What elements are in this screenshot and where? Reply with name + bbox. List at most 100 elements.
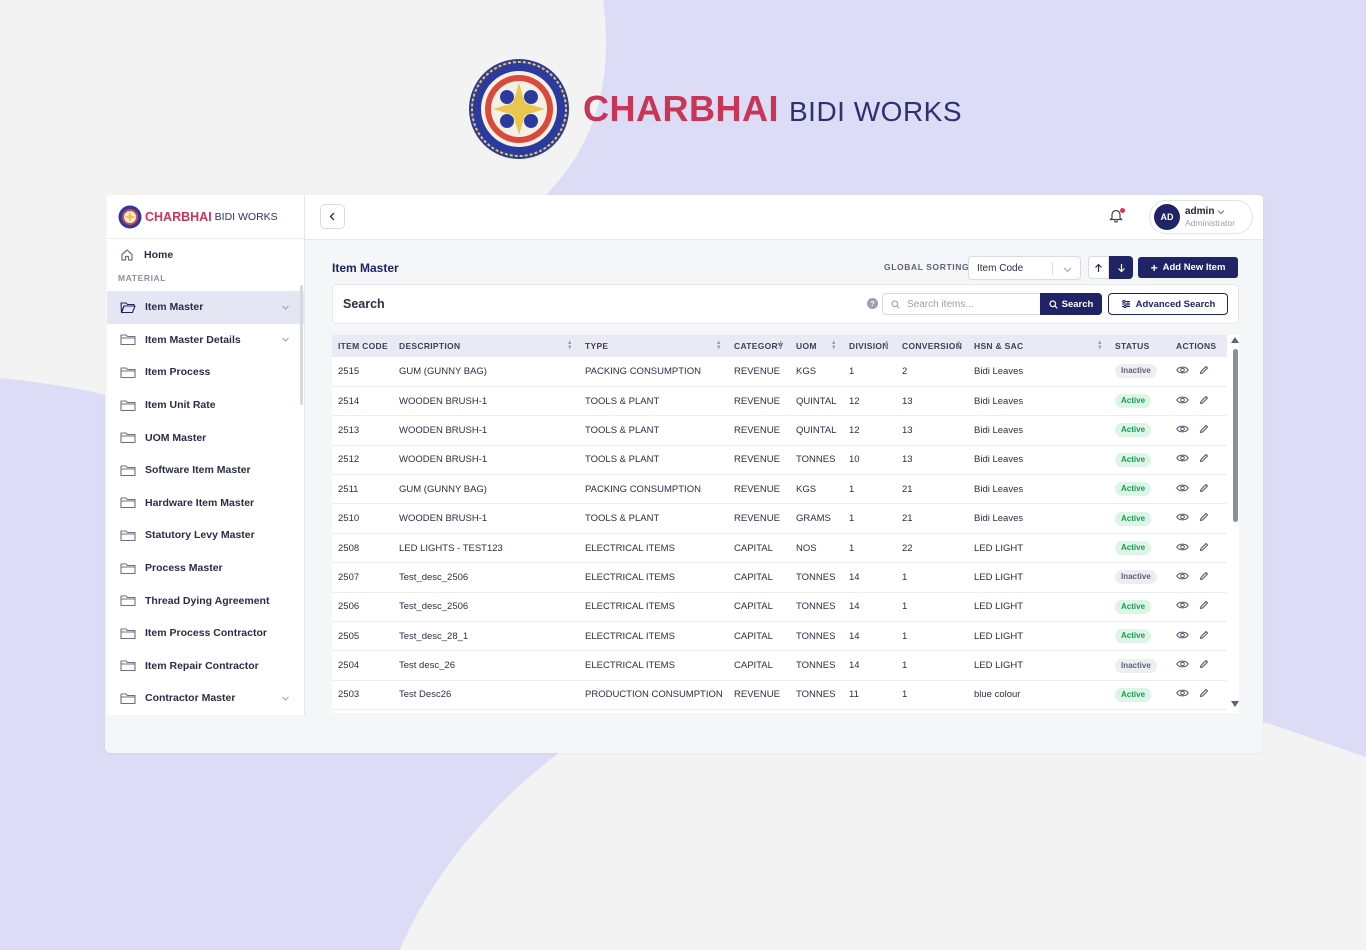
cell-item-code: 2510 — [338, 513, 360, 525]
edit-pencil-icon[interactable] — [1199, 542, 1209, 552]
edit-pencil-icon[interactable] — [1199, 395, 1209, 405]
table-row[interactable]: 2503 Test Desc26 PRODUCTION CONSUMPTION REV… — [332, 680, 1227, 710]
sidebar-item-item-repair-contractor[interactable]: Item Repair Contractor — [107, 650, 304, 683]
edit-pencil-icon[interactable] — [1199, 424, 1209, 434]
column-header-uom[interactable]: UOM ▲ ▼ — [790, 335, 843, 357]
sort-descending-button[interactable] — [1109, 256, 1133, 279]
sort-icon[interactable]: ▲ ▼ — [716, 340, 722, 351]
column-header-hsn-sac[interactable]: HSN & SAC ▲ ▼ — [968, 335, 1109, 357]
cell-item-code: 2504 — [338, 660, 360, 672]
column-header-type[interactable]: TYPE ▲ ▼ — [579, 335, 728, 357]
table-scrollbar[interactable] — [1231, 337, 1239, 707]
notifications-button[interactable] — [1109, 208, 1125, 224]
edit-pencil-icon[interactable] — [1199, 483, 1209, 493]
sort-icon[interactable]: ▲ ▼ — [956, 340, 962, 351]
sort-ascending-button[interactable] — [1088, 256, 1109, 279]
table-row[interactable]: 2513 WOODEN BRUSH-1 TOOLS & PLANT REVENUE QU… — [332, 416, 1227, 446]
sidebar-item-process-master[interactable]: Process Master — [107, 552, 304, 585]
edit-pencil-icon[interactable] — [1199, 630, 1209, 640]
scroll-thumb[interactable] — [1233, 349, 1238, 522]
cell-division: 10 — [849, 454, 860, 466]
view-eye-icon[interactable] — [1176, 688, 1189, 698]
search-button[interactable]: Search — [1040, 293, 1102, 315]
table-row[interactable]: 2515 GUM (GUNNY BAG) PACKING CONSUMPTION RE… — [332, 357, 1227, 387]
sidebar-item-hardware-item-master[interactable]: Hardware Item Master — [107, 487, 304, 520]
edit-pencil-icon[interactable] — [1199, 659, 1209, 669]
global-sorting-select[interactable]: Item Code — [968, 256, 1081, 280]
edit-pencil-icon[interactable] — [1199, 571, 1209, 581]
sidebar-item-software-item-master[interactable]: Software Item Master — [107, 454, 304, 487]
column-header-category[interactable]: CATEGORY ▲ ▼ — [728, 335, 790, 357]
view-eye-icon[interactable] — [1176, 542, 1189, 552]
sidebar-logo[interactable]: CHARBHAI BIDI WORKS — [107, 195, 304, 239]
hero-brand-sub: BIDI WORKS — [789, 96, 963, 127]
column-header-division[interactable]: DIVISION ▲ ▼ — [843, 335, 896, 357]
sidebar-item-item-master[interactable]: Item Master — [107, 291, 304, 324]
scroll-down-arrow[interactable] — [1231, 701, 1239, 707]
sidebar-item-home[interactable]: Home — [107, 239, 304, 271]
sidebar-item-item-process[interactable]: Item Process — [107, 356, 304, 389]
table-row[interactable]: 2512 WOODEN BRUSH-1 TOOLS & PLANT REVENUE TO… — [332, 445, 1227, 475]
table-row[interactable]: 2514 WOODEN BRUSH-1 TOOLS & PLANT REVENUE QU… — [332, 386, 1227, 416]
view-eye-icon[interactable] — [1176, 512, 1189, 522]
advanced-search-button[interactable]: Advanced Search — [1108, 293, 1228, 315]
view-eye-icon[interactable] — [1176, 630, 1189, 640]
app-window: CHARBHAI BIDI WORKS Home MATERIAL Item M… — [105, 195, 1263, 753]
cell-uom: GRAMS — [796, 513, 831, 525]
search-input[interactable]: Search items... — [882, 293, 1040, 315]
cell-conversion: 1 — [902, 601, 908, 613]
view-eye-icon[interactable] — [1176, 424, 1189, 434]
scroll-up-arrow[interactable] — [1231, 337, 1239, 343]
column-header-conversion[interactable]: CONVERSION ▲ ▼ — [896, 335, 968, 357]
edit-pencil-icon[interactable] — [1199, 365, 1209, 375]
view-eye-icon[interactable] — [1176, 453, 1189, 463]
cell-category: REVENUE — [734, 454, 780, 466]
sidebar-item-item-process-contractor[interactable]: Item Process Contractor — [107, 617, 304, 650]
sort-icon[interactable]: ▲ ▼ — [778, 340, 784, 351]
sidebar-item-item-unit-rate[interactable]: Item Unit Rate — [107, 389, 304, 422]
edit-pencil-icon[interactable] — [1199, 453, 1209, 463]
cell-division: 12 — [849, 424, 860, 436]
add-new-item-button[interactable]: + Add New Item — [1138, 257, 1238, 278]
view-eye-icon[interactable] — [1176, 483, 1189, 493]
sidebar-item-uom-master[interactable]: UOM Master — [107, 421, 304, 454]
table-row[interactable]: 2504 Test desc_26 ELECTRICAL ITEMS CAPITAL T… — [332, 651, 1227, 681]
user-menu[interactable]: AD admin Administrator — [1149, 200, 1253, 234]
cell-description: Test_desc_2506 — [399, 571, 469, 583]
edit-pencil-icon[interactable] — [1199, 512, 1209, 522]
table-row[interactable]: 2505 Test_desc_28_1 ELECTRICAL ITEMS CAPITA… — [332, 622, 1227, 651]
table-row[interactable]: 2511 GUM (GUNNY BAG) PACKING CONSUMPTION RE… — [332, 475, 1227, 504]
table-row[interactable]: 2508 LED LIGHTS - TEST123 ELECTRICAL ITEMS… — [332, 533, 1227, 563]
cell-hsn-sac: Bidi Leaves — [974, 513, 1024, 525]
sidebar-item-thread-dying-agreement[interactable]: Thread Dying Agreement — [107, 584, 304, 617]
sort-icon[interactable]: ▲ ▼ — [831, 340, 837, 351]
column-header-description[interactable]: DESCRIPTION ▲ ▼ — [393, 335, 579, 357]
edit-pencil-icon[interactable] — [1199, 600, 1209, 610]
table-row[interactable]: 2507 Test_desc_2506 ELECTRICAL ITEMS CAPITA… — [332, 563, 1227, 593]
cell-hsn-sac: LED LIGHT — [974, 571, 1024, 583]
view-eye-icon[interactable] — [1176, 571, 1189, 581]
sidebar-item-item-master-details[interactable]: Item Master Details — [107, 324, 304, 357]
cell-type: TOOLS & PLANT — [585, 395, 660, 407]
view-eye-icon[interactable] — [1176, 659, 1189, 669]
help-icon[interactable]: ? — [867, 298, 878, 309]
cell-type: TOOLS & PLANT — [585, 513, 660, 525]
cell-division: 1 — [849, 483, 855, 495]
view-eye-icon[interactable] — [1176, 395, 1189, 405]
sidebar-scrollbar[interactable] — [300, 285, 303, 405]
sort-icon[interactable]: ▲ ▼ — [884, 340, 890, 351]
table-row[interactable]: 2510 WOODEN BRUSH-1 TOOLS & PLANT REVENUE GR… — [332, 504, 1227, 534]
cell-category: CAPITAL — [734, 571, 773, 583]
sidebar-item-statutory-levy-master[interactable]: Statutory Levy Master — [107, 519, 304, 552]
status-badge: Active — [1115, 394, 1152, 409]
sort-icon[interactable]: ▲ ▼ — [567, 340, 573, 351]
view-eye-icon[interactable] — [1176, 365, 1189, 375]
edit-pencil-icon[interactable] — [1199, 688, 1209, 698]
view-eye-icon[interactable] — [1176, 600, 1189, 610]
cell-hsn-sac: LED LIGHT — [974, 630, 1024, 642]
sort-icon[interactable]: ▲ ▼ — [1097, 340, 1103, 351]
sidebar-item-contractor-master[interactable]: Contractor Master — [107, 682, 304, 715]
cell-description: LED LIGHTS - TEST123 — [399, 542, 503, 554]
table-row[interactable]: 2506 Test_desc_2506 ELECTRICAL ITEMS CAPITA… — [332, 592, 1227, 622]
collapse-sidebar-button[interactable] — [320, 204, 345, 229]
